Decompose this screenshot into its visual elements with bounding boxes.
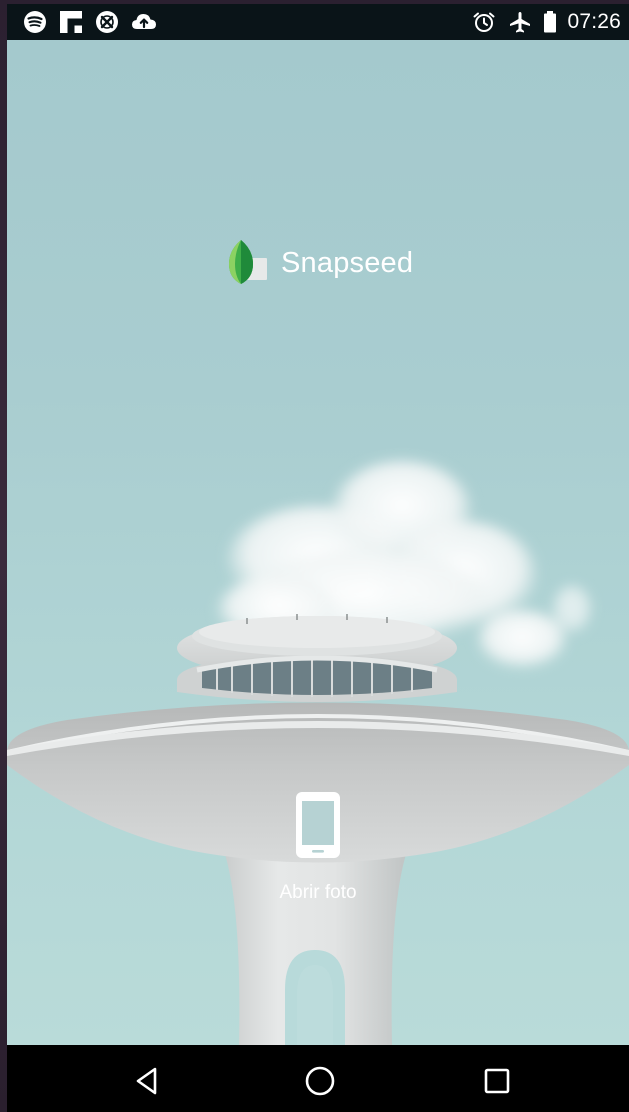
cloud-upload-icon <box>132 14 156 29</box>
alarm-icon <box>473 12 495 32</box>
open-photo-label: Abrir foto <box>279 882 357 903</box>
spotify-icon <box>24 11 46 33</box>
app-logo: Snapseed <box>227 238 413 288</box>
welcome-screen: Snapseed Abrir foto <box>7 40 629 1045</box>
app-name: Snapseed <box>281 246 414 279</box>
status-bar-clock: 07:26 <box>567 10 621 33</box>
sync-off-icon <box>96 11 118 33</box>
snapseed-leaf-logo <box>229 240 267 284</box>
device-frame: 07:26 Snapseed Abrir foto <box>0 0 629 1112</box>
open-photo-button[interactable]: Abrir foto <box>243 790 393 920</box>
status-bar: 07:26 <box>7 4 629 40</box>
tower-cupola <box>177 614 457 702</box>
phone-icon <box>296 792 340 858</box>
airplane-mode-icon <box>510 12 531 33</box>
recents-icon[interactable] <box>479 1063 515 1099</box>
battery-icon <box>544 11 557 33</box>
phone-screen: 07:26 Snapseed Abrir foto <box>7 4 629 1112</box>
navigation-bar <box>7 1045 629 1112</box>
home-icon[interactable] <box>302 1063 338 1099</box>
flipboard-icon <box>60 11 82 33</box>
back-icon[interactable] <box>129 1063 165 1099</box>
